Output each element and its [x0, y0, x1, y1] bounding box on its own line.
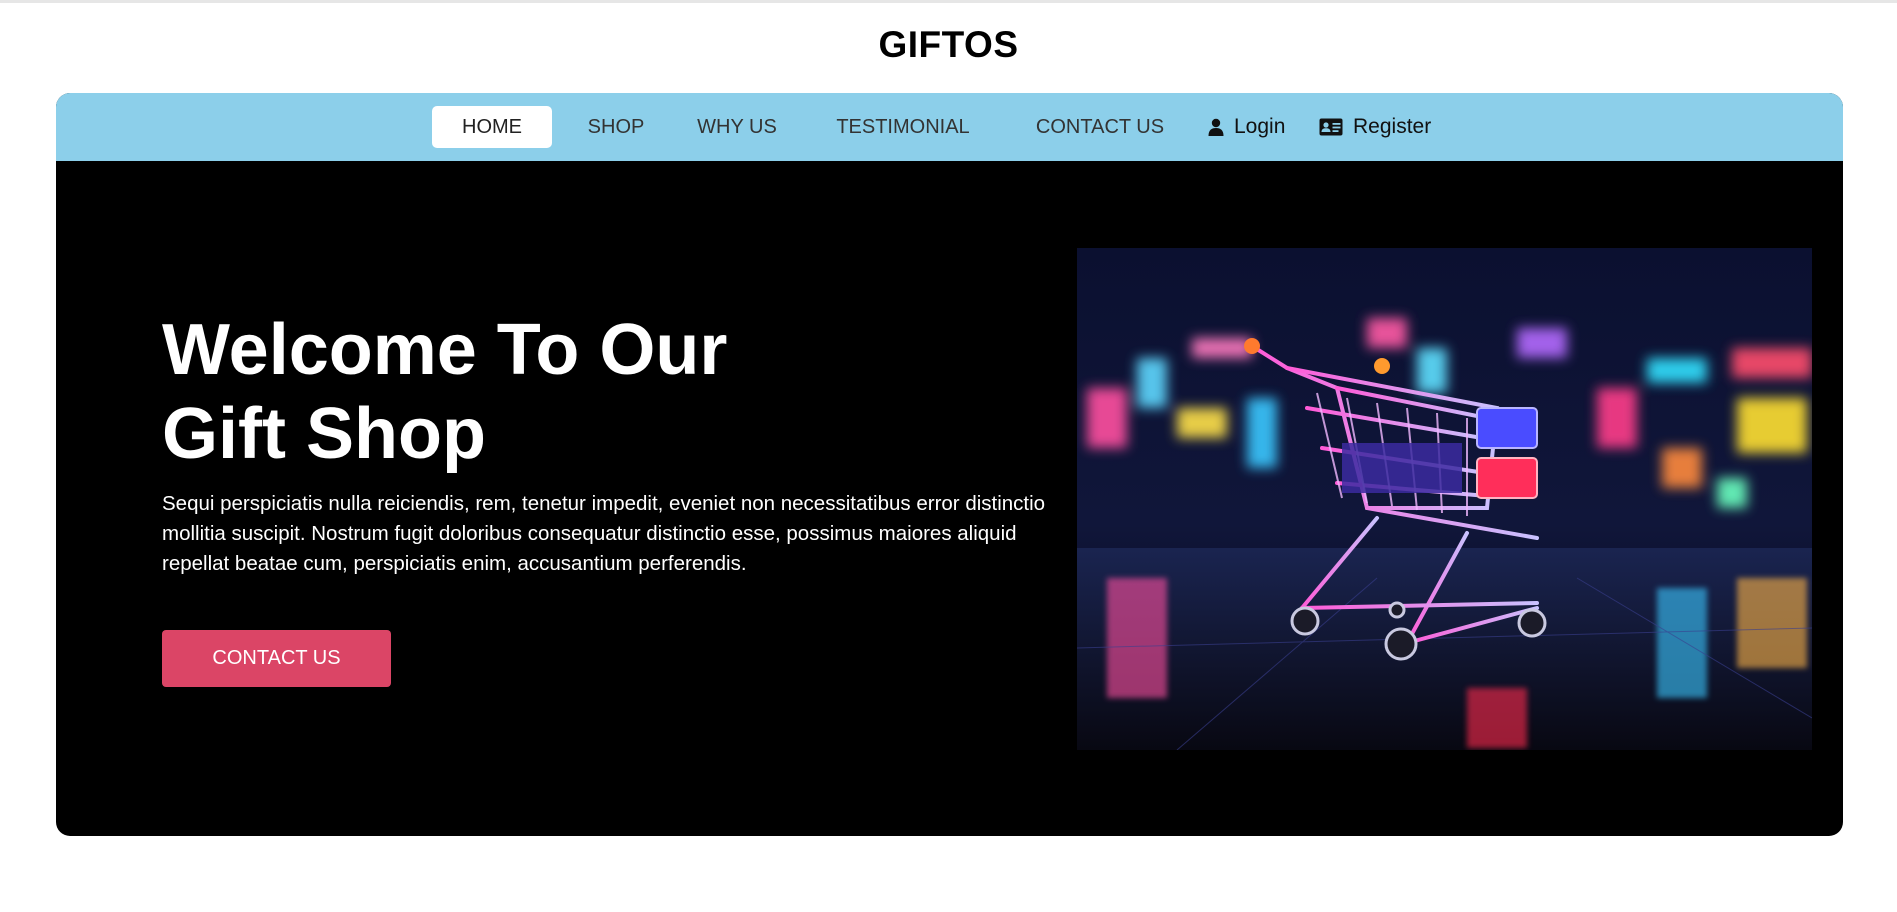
contact-us-button[interactable]: CONTACT US [162, 630, 391, 687]
nav-why-us[interactable]: WHY US [678, 106, 796, 148]
top-divider [0, 0, 1897, 3]
user-icon [1208, 118, 1224, 136]
hero-title-line-1: Welcome To Our [162, 310, 728, 390]
nav-shop[interactable]: SHOP [572, 106, 660, 148]
hero-title: Welcome To Our Gift Shop [162, 308, 962, 476]
main-navbar: HOME SHOP WHY US TESTIMONIAL CONTACT US … [56, 93, 1843, 161]
shopping-cart-illustration [1077, 248, 1812, 750]
hero-description: Sequi perspiciatis nulla reiciendis, rem… [162, 492, 1046, 575]
hero-frame: HOME SHOP WHY US TESTIMONIAL CONTACT US … [56, 93, 1843, 836]
nav-home[interactable]: HOME [432, 106, 552, 148]
nav-testimonial[interactable]: TESTIMONIAL [823, 106, 983, 148]
hero-title-line-2: Gift Shop [162, 394, 486, 474]
register-link[interactable]: Register [1319, 106, 1431, 148]
register-label: Register [1353, 115, 1432, 138]
hero-image [1077, 248, 1812, 750]
id-card-icon [1319, 118, 1343, 136]
nav-contact-us[interactable]: CONTACT US [1011, 106, 1189, 148]
brand-logo[interactable]: GIFTOS [0, 24, 1897, 66]
login-label: Login [1234, 115, 1286, 138]
login-link[interactable]: Login [1208, 106, 1285, 148]
